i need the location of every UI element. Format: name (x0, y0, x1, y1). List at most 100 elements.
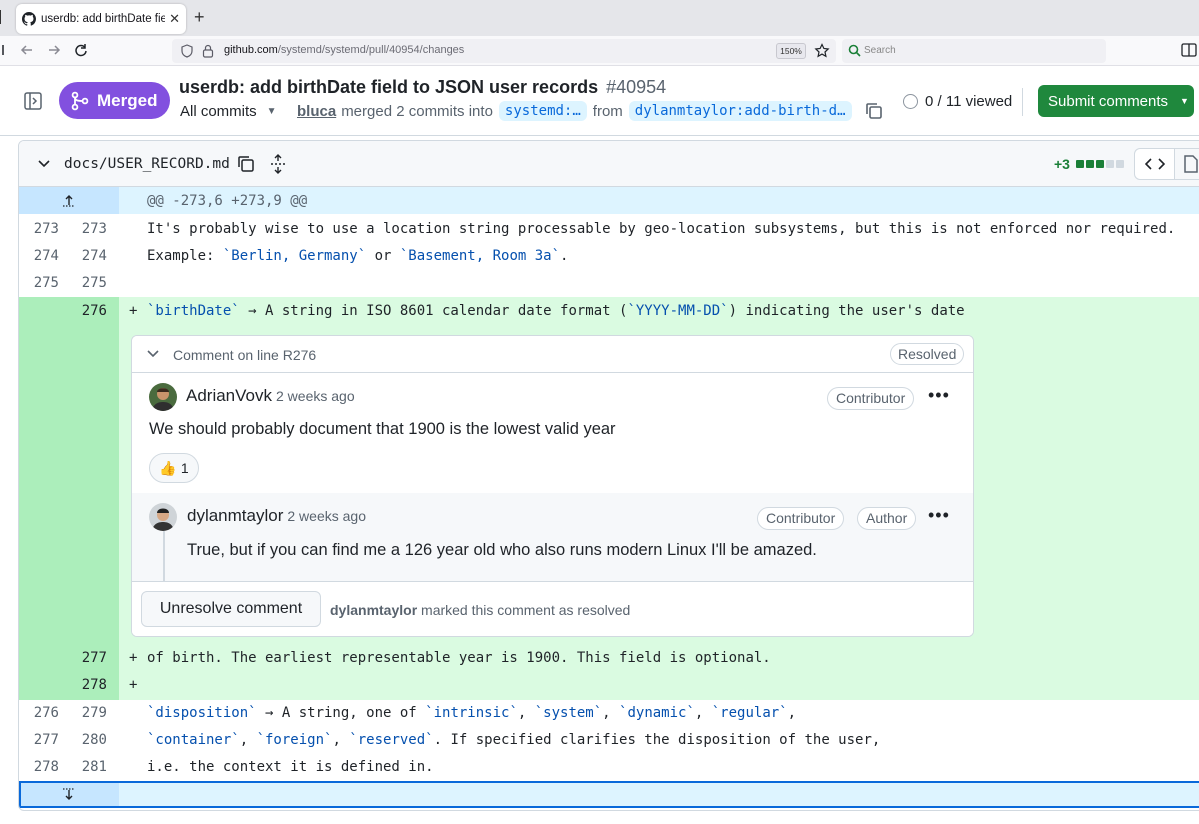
old-line-number[interactable]: 274 (19, 248, 59, 264)
diff-line: 273 273 It's probably wise to use a loca… (19, 215, 1199, 242)
search-bar[interactable]: Search (842, 39, 1106, 63)
caret-down-icon: ▼ (1180, 96, 1189, 106)
zoom-indicator[interactable]: 150% (776, 43, 806, 59)
shield-icon[interactable] (180, 44, 194, 58)
merged-badge: Merged (59, 82, 170, 119)
progress-circle-icon (903, 94, 918, 109)
forward-arrow-icon[interactable] (45, 41, 63, 59)
pr-header: Merged userdb: add birthDate field to JS… (0, 66, 1199, 136)
reload-icon[interactable] (72, 41, 90, 59)
new-line-number[interactable]: 273 (67, 221, 107, 237)
chevron-down-icon[interactable] (146, 348, 160, 360)
caret-down-icon: ▼ (266, 106, 277, 117)
expand-down-row[interactable] (19, 781, 1199, 808)
diff-line: 275 275 (19, 269, 1199, 296)
sidebar-panel-icon[interactable] (1180, 41, 1198, 59)
thread-footer: Unresolve comment dylanmtaylor marked th… (132, 581, 973, 636)
thumbs-up-icon: 👍 (159, 459, 177, 476)
git-merge-icon (71, 91, 89, 110)
diff-line: 274 274 Example: `Berlin, Germany` or `B… (19, 242, 1199, 269)
contributor-badge: Contributor (827, 387, 915, 410)
comment-author[interactable]: AdrianVovk 2 weeks ago (186, 386, 355, 406)
old-line-number[interactable]: 278 (19, 759, 59, 775)
more-options-icon[interactable]: ••• (928, 505, 950, 526)
commits-filter-dropdown[interactable]: All commits ▼ (180, 103, 277, 120)
browser-nav-bar: github.com/systemd/systemd/pull/40954/ch… (0, 36, 1199, 66)
diff-stat: +3 (1054, 156, 1124, 172)
code-icon (1145, 158, 1165, 170)
expand-up-gutter[interactable] (19, 187, 119, 214)
comment-time: 2 weeks ago (276, 388, 355, 404)
thread-header[interactable]: Comment on line R276 Resolved (132, 336, 973, 373)
copy-icon[interactable] (864, 101, 884, 121)
copy-path-icon[interactable] (236, 154, 256, 174)
viewed-counter: 0 / 11 viewed (903, 93, 1012, 110)
back-arrow-icon[interactable] (18, 41, 36, 59)
code-text: of birth. The earliest representable yea… (147, 650, 771, 666)
new-tab-button[interactable]: + (194, 7, 205, 28)
file-diff: docs/USER_RECORD.md +3 @@ -273,6 +273,9 … (18, 140, 1199, 811)
old-line-number[interactable]: 277 (19, 732, 59, 748)
comment-author[interactable]: dylanmtaylor 2 weeks ago (187, 506, 366, 526)
old-line-number[interactable]: 276 (19, 705, 59, 721)
comment-thread: Comment on line R276 Resolved AdrianVovk… (131, 335, 974, 637)
lock-icon[interactable] (202, 44, 214, 58)
code-text: `disposition` → A string, one of `intrin… (147, 705, 797, 721)
diff-line-added: 278 + (19, 671, 1199, 698)
new-line-number[interactable]: 276 (67, 303, 107, 319)
browser-tab[interactable]: userdb: add birthDate field to ✕ (16, 4, 186, 34)
add-sign: + (129, 303, 138, 319)
comment: AdrianVovk 2 weeks ago Contributor ••• We… (132, 373, 973, 493)
old-line-number[interactable]: 275 (19, 275, 59, 291)
merged-by-link[interactable]: bluca (297, 103, 336, 120)
thumbs-up-reaction[interactable]: 👍 1 (149, 453, 199, 483)
add-sign: + (129, 650, 138, 666)
code-text: `birthDate` → A string in ISO 8601 calen… (147, 303, 965, 319)
tab-title: userdb: add birthDate field to (41, 13, 166, 25)
new-line-number[interactable]: 281 (67, 759, 107, 775)
chevron-down-icon[interactable] (37, 158, 51, 170)
new-line-number[interactable]: 280 (67, 732, 107, 748)
new-line-number[interactable]: 278 (67, 677, 107, 693)
old-line-number[interactable]: 273 (19, 221, 59, 237)
expand-down-icon[interactable] (61, 787, 77, 803)
url-bar[interactable]: github.com/systemd/systemd/pull/40954/ch… (172, 39, 836, 63)
new-line-number[interactable]: 275 (67, 275, 107, 291)
unresolve-comment-button[interactable]: Unresolve comment (141, 591, 321, 627)
new-line-number[interactable]: 277 (67, 650, 107, 666)
more-options-icon[interactable]: ••• (928, 385, 950, 406)
pr-title: userdb: add birthDate field to JSON user… (179, 77, 667, 97)
head-branch[interactable]: dylanmtaylor:add-birth-d… (628, 101, 852, 121)
search-placeholder: Search (864, 45, 896, 56)
url-text[interactable]: github.com/systemd/systemd/pull/40954/ch… (224, 44, 464, 56)
author-badge: Author (857, 507, 917, 530)
comment-body: True, but if you can find me a 126 year … (187, 541, 817, 559)
submit-comments-button[interactable]: Submit comments ▼ (1038, 85, 1194, 117)
diff-line: 277 280 `container`, `foreign`, `reserve… (19, 726, 1199, 753)
expand-down-gutter[interactable] (21, 783, 119, 806)
hunk-header-row: @@ -273,6 +273,9 @@ (19, 187, 1199, 214)
merge-info: bluca merged 2 commits into systemd:… fr… (297, 101, 884, 121)
avatar[interactable] (149, 383, 177, 411)
sidebar-collapse-icon[interactable] (24, 92, 42, 110)
diff-line: 278 281 i.e. the context it is defined i… (19, 753, 1199, 780)
view-toggle[interactable] (1134, 148, 1199, 180)
sidebar-edge (0, 10, 3, 24)
bookmark-star-icon[interactable] (814, 43, 830, 59)
file-header: docs/USER_RECORD.md +3 (19, 141, 1199, 187)
thread-connector (163, 531, 165, 581)
close-tab-icon[interactable]: ✕ (169, 11, 180, 27)
new-line-number[interactable]: 274 (67, 248, 107, 264)
avatar[interactable] (149, 503, 177, 531)
thread-location: Comment on line R276 (173, 347, 317, 363)
file-icon[interactable] (1183, 155, 1199, 173)
expand-up-icon[interactable] (61, 192, 77, 208)
add-sign: + (129, 677, 138, 693)
base-branch[interactable]: systemd:… (498, 101, 587, 121)
new-line-number[interactable]: 279 (67, 705, 107, 721)
expand-all-icon[interactable] (269, 154, 287, 174)
code-view-button[interactable] (1135, 149, 1175, 179)
file-name[interactable]: docs/USER_RECORD.md (64, 156, 230, 172)
diff-line-added: 277 + of birth. The earliest representab… (19, 644, 1199, 671)
comment-body: We should probably document that 1900 is… (149, 420, 616, 438)
